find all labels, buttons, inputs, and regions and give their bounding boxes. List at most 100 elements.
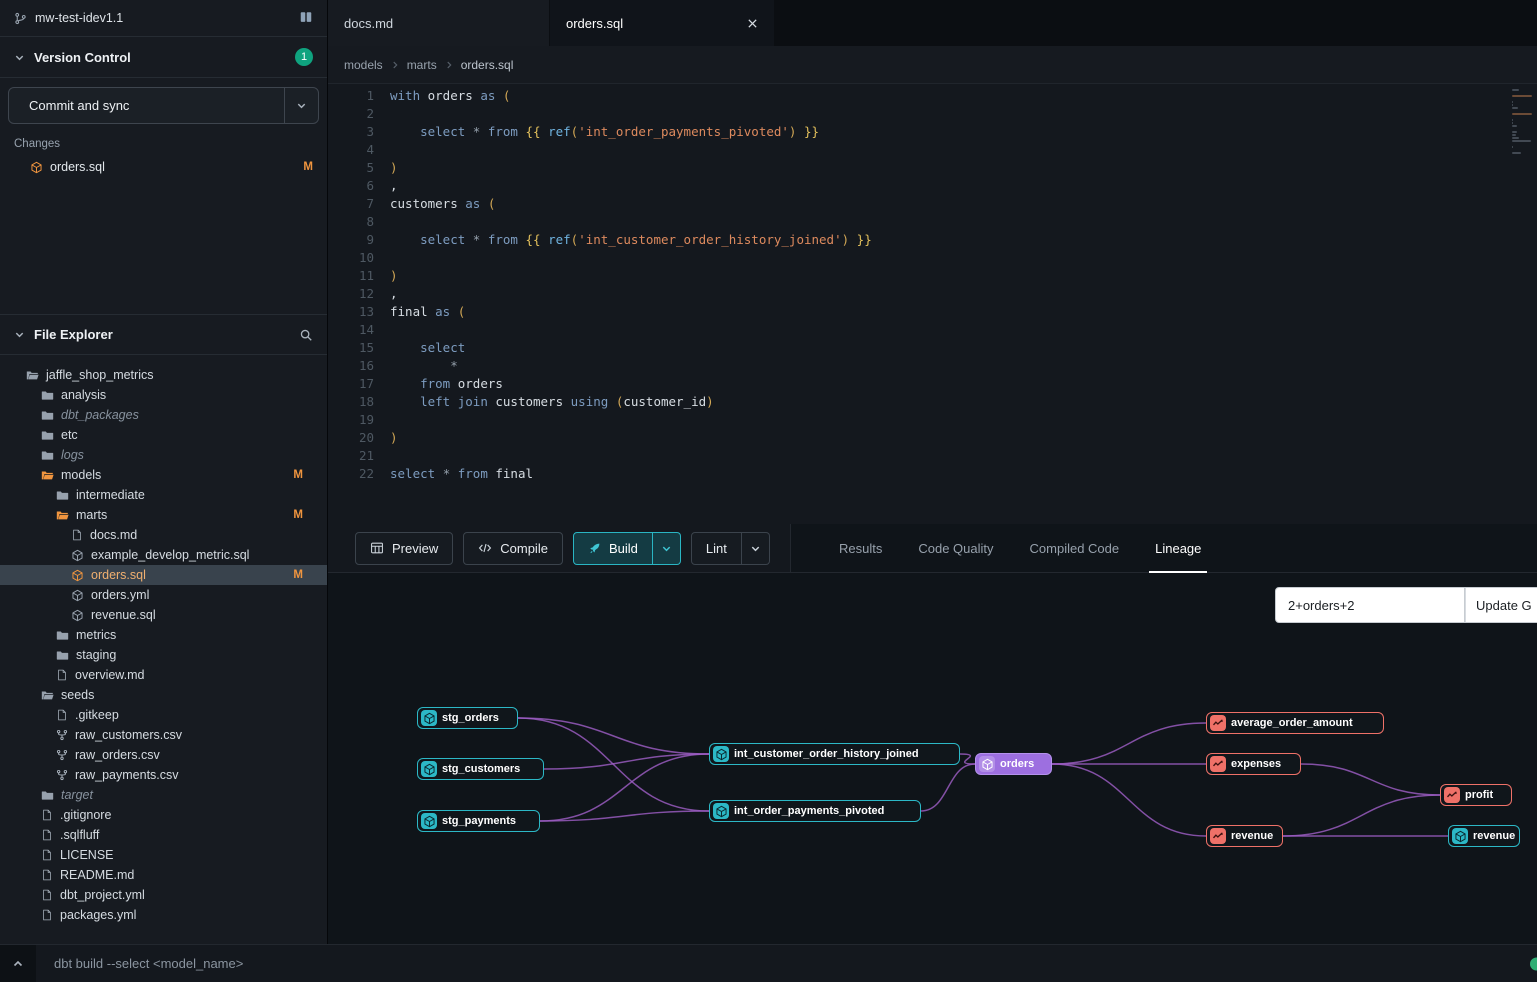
lint-button[interactable]: Lint — [691, 532, 742, 565]
file-name: orders.sql — [91, 568, 146, 582]
seed-icon — [56, 769, 68, 781]
breadcrumb-item: orders.sql — [461, 58, 514, 72]
tree-item-raw_customers.csv[interactable]: raw_customers.csv — [0, 725, 327, 745]
folder-icon — [56, 489, 69, 502]
lineage-node-expenses[interactable]: expenses — [1206, 753, 1301, 775]
tree-item-dbt_project.yml[interactable]: dbt_project.yml — [0, 885, 327, 905]
lineage-edge — [960, 754, 975, 764]
tree-item-LICENSE[interactable]: LICENSE — [0, 845, 327, 865]
lint-options-button[interactable] — [742, 532, 770, 565]
model-cube-icon — [979, 756, 995, 772]
close-icon[interactable] — [747, 18, 758, 29]
lineage-node-profit[interactable]: profit — [1440, 784, 1512, 806]
build-options-button[interactable] — [653, 532, 681, 565]
tree-item-.gitkeep[interactable]: .gitkeep — [0, 705, 327, 725]
node-label: profit — [1465, 789, 1493, 801]
code-line: select * from {{ ref('int_customer_order… — [390, 231, 872, 249]
tree-item-.sqlfluff[interactable]: .sqlfluff — [0, 825, 327, 845]
tree-item-orders.yml[interactable]: orders.yml — [0, 585, 327, 605]
lineage-edge — [921, 764, 975, 811]
tree-item-marts[interactable]: martsM — [0, 505, 327, 525]
file-name: analysis — [61, 388, 106, 402]
seed-icon — [56, 729, 68, 741]
minimap[interactable] — [1512, 89, 1534, 155]
repo-row: mw-test-idev1.1 — [0, 0, 327, 37]
file-icon — [41, 829, 53, 841]
tab-lineage[interactable]: Lineage — [1137, 524, 1219, 572]
update-graph-button[interactable]: Update G — [1465, 587, 1537, 623]
tab-compiled-code[interactable]: Compiled Code — [1012, 524, 1138, 572]
tab-orders-sql[interactable]: orders.sql — [550, 0, 775, 46]
folderOpen-icon — [56, 509, 69, 522]
file-name: staging — [76, 648, 116, 662]
tree-item-logs[interactable]: logs — [0, 445, 327, 465]
lineage-node-average_order_amount[interactable]: average_order_amount — [1206, 712, 1384, 734]
code-line: select * from {{ ref('int_order_payments… — [390, 123, 872, 141]
tree-item-overview.md[interactable]: overview.md — [0, 665, 327, 685]
file-icon — [41, 889, 53, 901]
tab-label: docs.md — [344, 16, 393, 31]
lineage-filter-input[interactable] — [1275, 587, 1465, 623]
tree-item-intermediate[interactable]: intermediate — [0, 485, 327, 505]
compile-button[interactable]: Compile — [463, 532, 563, 565]
tree-item-jaffle_shop_metrics[interactable]: jaffle_shop_metrics — [0, 365, 327, 385]
file-name: intermediate — [76, 488, 145, 502]
tree-item-models[interactable]: modelsM — [0, 465, 327, 485]
tree-item-docs.md[interactable]: docs.md — [0, 525, 327, 545]
tab-docs-md[interactable]: docs.md — [328, 0, 550, 46]
code-line — [390, 447, 872, 465]
folder-icon — [56, 649, 69, 662]
lineage-node-stg_customers[interactable]: stg_customers — [417, 758, 544, 780]
chevron-up-icon[interactable] — [0, 958, 36, 970]
model-cube-icon — [421, 813, 437, 829]
tree-item-analysis[interactable]: analysis — [0, 385, 327, 405]
tree-item-target[interactable]: target — [0, 785, 327, 805]
repo-name: mw-test-idev1.1 — [35, 11, 123, 25]
tree-item-packages.yml[interactable]: packages.yml — [0, 905, 327, 925]
code-line: customers as ( — [390, 195, 872, 213]
tree-item-raw_payments.csv[interactable]: raw_payments.csv — [0, 765, 327, 785]
file-name: seeds — [61, 688, 94, 702]
lineage-node-int_order_payments_pivoted[interactable]: int_order_payments_pivoted — [709, 800, 921, 822]
changed-file-orders-sql[interactable]: orders.sql M — [0, 156, 327, 178]
preview-button[interactable]: Preview — [355, 532, 453, 565]
tab-results[interactable]: Results — [821, 524, 900, 572]
lineage-node-stg_orders[interactable]: stg_orders — [417, 707, 518, 729]
tree-item-raw_orders.csv[interactable]: raw_orders.csv — [0, 745, 327, 765]
version-control-header[interactable]: Version Control 1 — [0, 37, 327, 78]
folderOpen-icon — [26, 369, 39, 382]
lineage-node-orders[interactable]: orders — [975, 753, 1052, 775]
lineage-node-revenue_model[interactable]: revenue — [1448, 825, 1520, 847]
tree-item-example_develop_metric.sql[interactable]: example_develop_metric.sql — [0, 545, 327, 565]
lineage-node-stg_payments[interactable]: stg_payments — [417, 810, 540, 832]
tree-item-.gitignore[interactable]: .gitignore — [0, 805, 327, 825]
rocket-icon — [588, 542, 601, 555]
metric-chart-icon — [1210, 715, 1226, 731]
lineage-node-revenue_metric[interactable]: revenue — [1206, 825, 1283, 847]
code-editor[interactable]: 12345678910111213141516171819202122 with… — [328, 84, 1537, 524]
tree-item-README.md[interactable]: README.md — [0, 865, 327, 885]
build-button[interactable]: Build — [573, 532, 653, 565]
lineage-edge — [518, 718, 709, 754]
tab-code-quality[interactable]: Code Quality — [900, 524, 1011, 572]
tree-item-staging[interactable]: staging — [0, 645, 327, 665]
cube-icon — [71, 549, 84, 562]
layout-columns-icon[interactable] — [299, 10, 313, 27]
commit-and-sync-button[interactable]: Commit and sync — [8, 87, 319, 124]
tree-item-metrics[interactable]: metrics — [0, 625, 327, 645]
tree-item-dbt_packages[interactable]: dbt_packages — [0, 405, 327, 425]
file-icon — [41, 909, 53, 921]
code-line: ) — [390, 429, 872, 447]
search-icon[interactable] — [299, 328, 313, 342]
command-input[interactable] — [36, 945, 1537, 982]
tree-item-etc[interactable]: etc — [0, 425, 327, 445]
file-icon — [71, 529, 83, 541]
commit-options-chevron-icon[interactable] — [284, 88, 318, 123]
editor-toolbar: Preview Compile Build — [328, 524, 1537, 573]
file-name: docs.md — [90, 528, 137, 542]
file-explorer-header[interactable]: File Explorer — [0, 314, 327, 355]
lineage-node-int_customer_order_history_joined[interactable]: int_customer_order_history_joined — [709, 743, 960, 765]
tree-item-revenue.sql[interactable]: revenue.sql — [0, 605, 327, 625]
tree-item-orders.sql[interactable]: orders.sqlM — [0, 565, 327, 585]
tree-item-seeds[interactable]: seeds — [0, 685, 327, 705]
